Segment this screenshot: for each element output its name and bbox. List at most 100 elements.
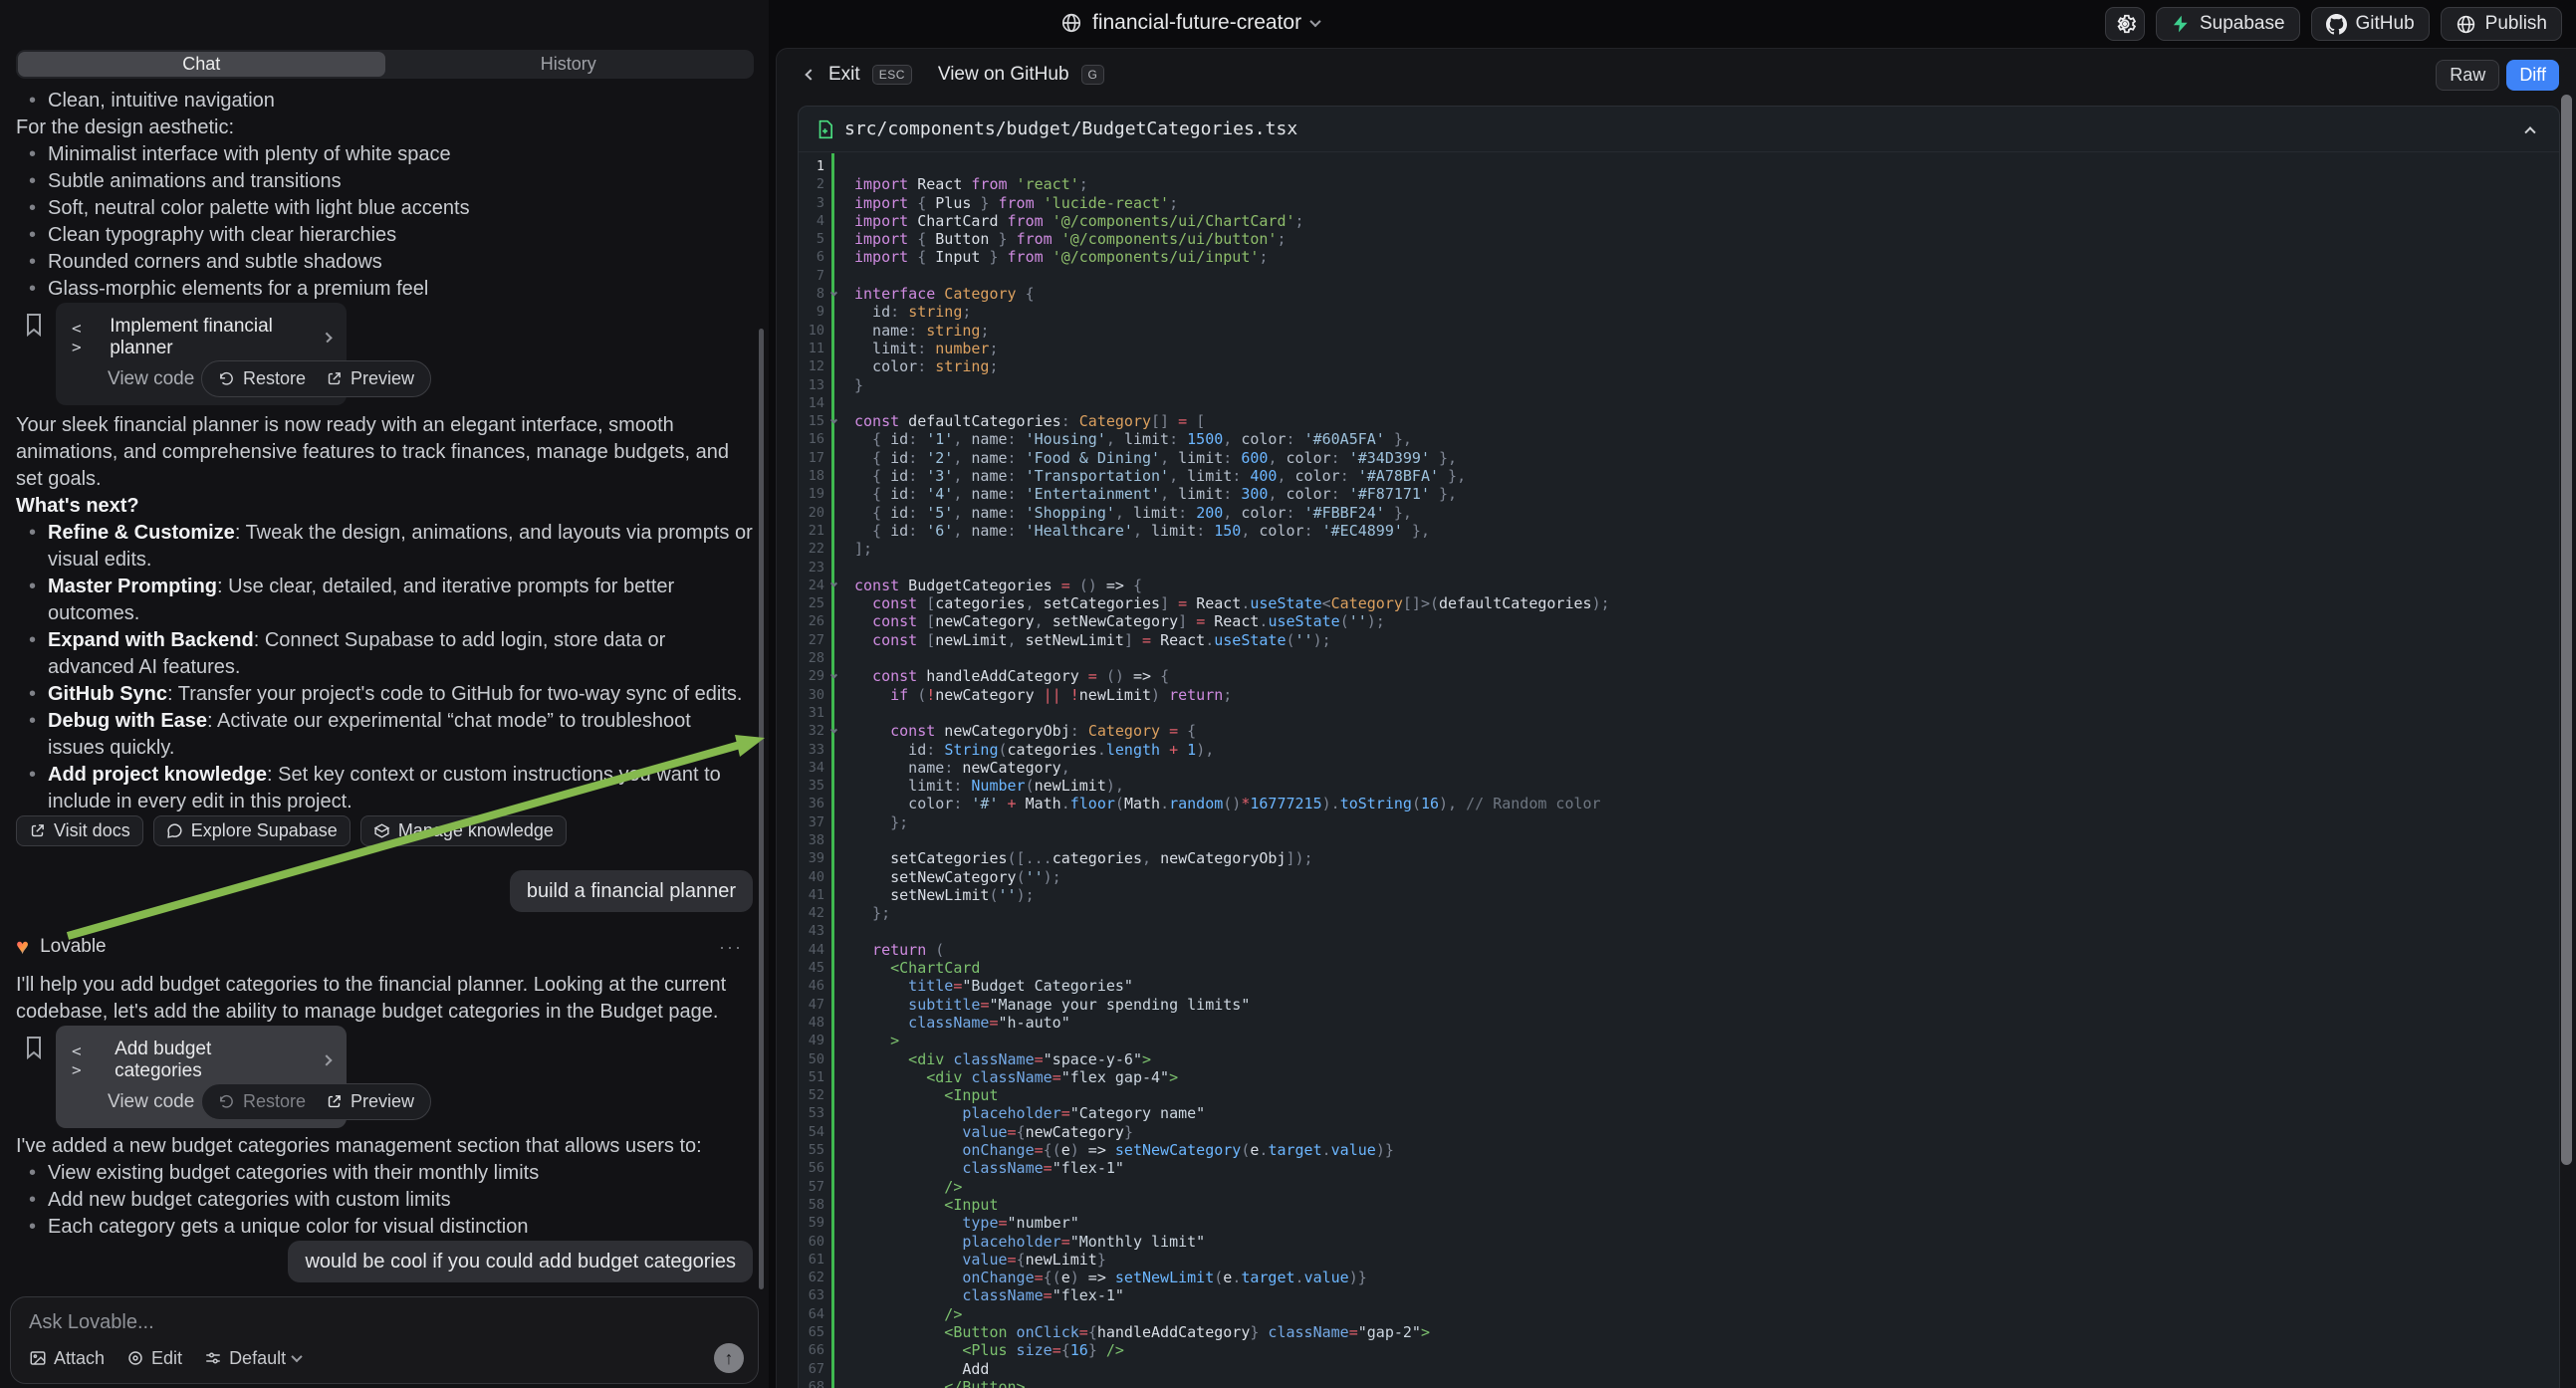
list-item: Clean, intuitive navigation [16,88,753,115]
code-line: 68 </Button> [799,1378,2559,1388]
code-line: 55 onChange={(e) => setNewCategory(e.tar… [799,1141,2559,1159]
code-line: 38 [799,831,2559,849]
file-diff-card: src/components/budget/BudgetCategories.t… [798,106,2560,1388]
fold-chevron-icon[interactable] [824,577,842,594]
line-number: 46 [799,977,824,995]
tab-history[interactable]: History [385,52,753,77]
view-on-github-link[interactable]: View on GitHub [938,64,1069,86]
mode-selector[interactable]: Default [204,1348,301,1369]
assistant-paragraph: I'll help you add budget categories to t… [16,972,753,1026]
line-number: 11 [799,340,824,357]
raw-toggle-button[interactable]: Raw [2436,60,2499,91]
line-number: 31 [799,704,824,722]
line-number: 3 [799,194,824,212]
restore-button[interactable]: Restore [218,368,306,389]
code-line: 47 subtitle="Manage your spending limits… [799,996,2559,1014]
line-number: 39 [799,849,824,867]
exit-button[interactable]: Exit [828,64,860,86]
code-scrollbar[interactable] [2561,95,2572,1165]
line-number: 12 [799,357,824,375]
line-number: 40 [799,868,824,886]
line-number: 52 [799,1086,824,1104]
project-selector[interactable]: financial-future-creator [1060,11,1319,35]
chat-input[interactable]: Ask Lovable... [29,1311,740,1334]
publish-button[interactable]: Publish [2441,7,2562,41]
code-line: 9 id: string; [799,303,2559,321]
line-number: 43 [799,922,824,940]
code-line: 5import { Button } from '@/components/ui… [799,230,2559,248]
fold-chevron-icon[interactable] [824,667,842,685]
chat-message-list[interactable]: Clean, intuitive navigation For the desi… [0,88,769,1294]
chat-scrollbar[interactable] [759,329,764,1289]
line-number: 41 [799,886,824,904]
list-item: Expand with Backend: Connect Supabase to… [16,627,753,681]
explore-supabase-button[interactable]: Explore Supabase [153,815,351,846]
added-paragraph: I've added a new budget categories manag… [16,1133,753,1160]
list-item: Soft, neutral color palette with light b… [16,195,753,222]
manage-knowledge-button[interactable]: Manage knowledge [360,815,567,846]
tab-chat[interactable]: Chat [18,52,385,77]
external-link-icon [326,1093,343,1110]
code-line: 15const defaultCategories: Category[] = … [799,412,2559,430]
back-chevron-icon[interactable] [805,69,816,80]
preview-button[interactable]: Preview [326,368,414,389]
code-line: 10 name: string; [799,322,2559,340]
bookmark-icon[interactable] [24,313,44,337]
code-line: 66 <Plus size={16} /> [799,1341,2559,1359]
line-number: 33 [799,741,824,759]
code-line: 22]; [799,540,2559,558]
github-button[interactable]: GitHub [2311,7,2430,41]
supabase-button[interactable]: Supabase [2156,7,2300,41]
supabase-icon [2171,14,2191,34]
settings-button[interactable] [2105,7,2145,41]
external-link-icon [29,822,46,839]
attach-button[interactable]: Attach [29,1348,105,1369]
file-header[interactable]: src/components/budget/BudgetCategories.t… [799,107,2559,152]
code-line: 42 }; [799,904,2559,922]
line-number: 32 [799,722,824,740]
code-line: 60 placeholder="Monthly limit" [799,1233,2559,1251]
code-line: 48 className="h-auto" [799,1014,2559,1032]
code-line: 17 { id: '2', name: 'Food & Dining', lim… [799,449,2559,467]
code-line: 1 [799,157,2559,175]
bookmark-icon[interactable] [24,1036,44,1059]
code-line: 21 { id: '6', name: 'Healthcare', limit:… [799,522,2559,540]
line-number: 38 [799,831,824,849]
send-button[interactable]: ↑ [714,1343,744,1373]
code-line: 40 setNewCategory(''); [799,868,2559,886]
line-number: 37 [799,813,824,831]
line-number: 42 [799,904,824,922]
code-line: 53 placeholder="Category name" [799,1104,2559,1122]
collapse-file-button[interactable] [2515,116,2545,142]
line-number: 49 [799,1032,824,1049]
user-message-row: build a financial planner [16,870,753,912]
code-line: 16 { id: '1', name: 'Housing', limit: 15… [799,430,2559,448]
restore-button[interactable]: Restore [218,1091,306,1112]
code-area[interactable]: 12import React from 'react';3import { Pl… [799,153,2559,1388]
line-number: 9 [799,303,824,321]
code-line: 2import React from 'react'; [799,175,2559,193]
diff-toggle-button[interactable]: Diff [2506,60,2559,91]
line-number: 57 [799,1178,824,1196]
composer[interactable]: Ask Lovable... Attach Edit [10,1296,759,1384]
fold-chevron-icon[interactable] [824,722,842,740]
design-heading: For the design aesthetic: [16,115,753,141]
line-number: 65 [799,1323,824,1341]
line-number: 60 [799,1233,824,1251]
line-number: 45 [799,959,824,977]
project-name: financial-future-creator [1092,11,1301,35]
code-line: 54 value={newCategory} [799,1123,2559,1141]
code-line: 62 onChange={(e) => setNewLimit(e.target… [799,1269,2559,1286]
code-line: 33 id: String(categories.length + 1), [799,741,2559,759]
fold-chevron-icon[interactable] [824,285,842,303]
added-bullet-list: View existing budget categories with the… [16,1160,753,1241]
preview-button[interactable]: Preview [326,1091,414,1112]
list-item: Rounded corners and subtle shadows [16,249,753,276]
edit-mode-button[interactable]: Edit [126,1348,182,1369]
message-menu-button[interactable]: ··· [719,937,753,958]
line-number: 62 [799,1269,824,1286]
line-number: 6 [799,248,824,266]
visit-docs-button[interactable]: Visit docs [16,815,143,846]
fold-chevron-icon[interactable] [824,412,842,430]
code-line: 32 const newCategoryObj: Category = { [799,722,2559,740]
